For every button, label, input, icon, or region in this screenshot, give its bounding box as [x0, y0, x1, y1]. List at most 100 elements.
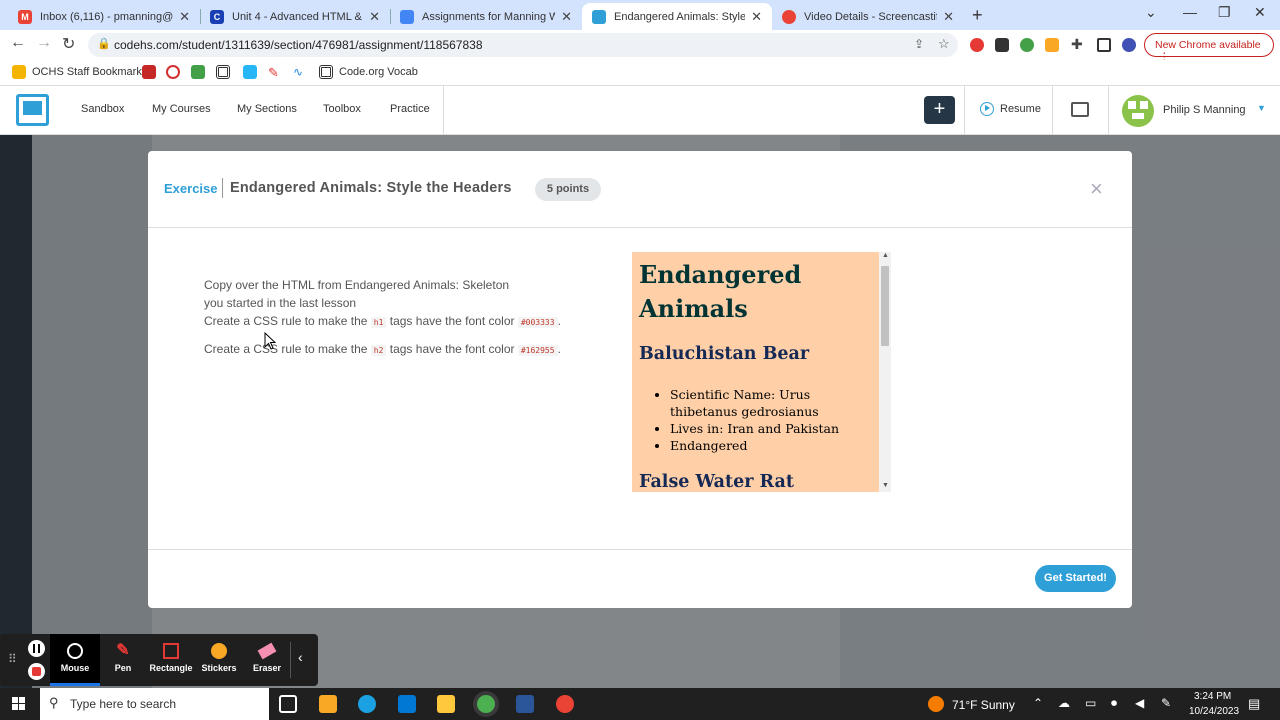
- codehs-logo-icon[interactable]: [16, 94, 49, 126]
- weather-text[interactable]: 71°F Sunny: [952, 698, 1015, 712]
- user-name[interactable]: Philip S Manning: [1163, 104, 1246, 116]
- nav-practice[interactable]: Practice: [390, 103, 430, 115]
- codehs-header: Sandbox My Courses My Sections Toolbox P…: [0, 86, 1280, 135]
- nav-sandbox[interactable]: Sandbox: [81, 103, 124, 115]
- close-icon[interactable]: ×: [1090, 176, 1103, 202]
- restore-button[interactable]: ❐: [1218, 4, 1231, 21]
- preview-scrollbar[interactable]: ▲ ▼: [879, 252, 891, 492]
- window-icon[interactable]: [1071, 102, 1089, 117]
- bookmark-7[interactable]: ∿: [293, 65, 313, 79]
- extension-record-icon[interactable]: [970, 38, 984, 52]
- reload-icon[interactable]: ↻: [62, 34, 75, 54]
- pen-icon: ✎: [116, 642, 130, 659]
- bookmark-6[interactable]: ✎: [268, 65, 288, 80]
- network-icon[interactable]: ▭: [1085, 696, 1096, 710]
- eraser-tool[interactable]: Eraser: [242, 634, 292, 686]
- folder-icon: [12, 65, 26, 79]
- chrome-icon[interactable]: [556, 695, 574, 713]
- resume-button[interactable]: Resume: [980, 102, 1041, 116]
- notifications-icon[interactable]: ▤: [1248, 696, 1260, 712]
- get-started-button[interactable]: Get Started!: [1035, 565, 1116, 592]
- bookmark-4[interactable]: [216, 65, 236, 79]
- edge-icon[interactable]: [358, 695, 376, 713]
- pen-icon[interactable]: ✎: [1161, 696, 1171, 710]
- windows-start-icon[interactable]: [12, 697, 26, 711]
- nav-my-courses[interactable]: My Courses: [152, 103, 211, 115]
- extension-icon[interactable]: [995, 38, 1009, 52]
- microphone-icon[interactable]: ⏺: [1111, 696, 1117, 711]
- tab-search-icon[interactable]: ⌄: [1145, 4, 1157, 21]
- minimize-button[interactable]: —: [1183, 4, 1197, 20]
- back-icon[interactable]: ←: [10, 34, 26, 52]
- close-icon[interactable]: ✕: [369, 9, 380, 25]
- task-view-icon[interactable]: [279, 695, 297, 713]
- close-window-button[interactable]: ✕: [1254, 4, 1266, 21]
- pen-tool[interactable]: ✎ Pen: [98, 634, 148, 686]
- pause-icon[interactable]: [28, 640, 45, 657]
- word-icon[interactable]: [516, 695, 534, 713]
- stop-icon[interactable]: [28, 663, 45, 680]
- scroll-thumb[interactable]: [881, 266, 889, 346]
- bookmark-5[interactable]: [243, 65, 263, 79]
- extension-icon[interactable]: [1020, 38, 1034, 52]
- collapse-icon[interactable]: ‹: [298, 649, 303, 665]
- bookmark-star-icon[interactable]: ☆: [938, 36, 950, 52]
- bookmark-1[interactable]: [142, 65, 162, 79]
- tab-title: Video Details - Screencastify: [804, 10, 938, 23]
- tab-assignments[interactable]: Assignments for Manning Web ✕: [390, 3, 582, 30]
- chevron-down-icon[interactable]: ▼: [1257, 103, 1266, 113]
- tab-unit4[interactable]: C Unit 4 - Advanced HTML & CSS ✕: [200, 3, 390, 30]
- volume-icon[interactable]: ◀: [1135, 696, 1144, 710]
- extension-icon[interactable]: [1045, 38, 1059, 52]
- codehs-icon: [592, 9, 606, 24]
- instruction-line: you started in the last lesson: [204, 296, 357, 310]
- tab-title: Inbox (6,116) - pmanning@oco: [40, 10, 174, 23]
- list-item: Lives in: Iran and Pakistan: [670, 420, 875, 437]
- nav-toolbox[interactable]: Toolbox: [323, 103, 361, 115]
- mouse-tool[interactable]: Mouse: [50, 634, 100, 686]
- close-icon[interactable]: ✕: [561, 9, 572, 25]
- share-icon[interactable]: ⇪: [914, 37, 924, 51]
- bookmark-code-org[interactable]: Code.org Vocab: [319, 65, 418, 79]
- clock-date[interactable]: 10/24/2023: [1189, 706, 1239, 717]
- scroll-down-icon[interactable]: ▼: [882, 482, 889, 489]
- close-icon[interactable]: ✕: [751, 9, 762, 25]
- drag-handle-icon[interactable]: ⠿: [8, 652, 17, 666]
- bookmark-3[interactable]: [191, 65, 211, 79]
- address-bar[interactable]: 🔒 codehs.com/student/1311639/section/476…: [88, 33, 958, 57]
- new-chrome-label: New Chrome available: [1155, 39, 1261, 51]
- nav-my-sections[interactable]: My Sections: [237, 103, 297, 115]
- new-chrome-available-button[interactable]: New Chrome available ⋮: [1144, 33, 1274, 63]
- weather-icon[interactable]: [928, 696, 944, 712]
- close-icon[interactable]: ✕: [179, 9, 190, 25]
- avatar[interactable]: [1122, 95, 1154, 127]
- chrome-icon[interactable]: [477, 695, 495, 713]
- profile-icon[interactable]: [1122, 38, 1136, 52]
- instructions: Copy over the HTML from Endangered Anima…: [204, 276, 584, 360]
- mail-icon[interactable]: [398, 695, 416, 713]
- side-panel-icon[interactable]: [1097, 38, 1111, 52]
- rectangle-tool[interactable]: Rectangle: [146, 634, 196, 686]
- puzzle-icon[interactable]: ✚: [1071, 36, 1085, 52]
- taskbar-search[interactable]: ⚲ Type here to search: [40, 688, 269, 720]
- onedrive-icon[interactable]: ☁: [1058, 696, 1070, 710]
- new-tab-button[interactable]: +: [972, 5, 983, 26]
- tab-endangered-animals[interactable]: Endangered Animals: Style the ✕: [582, 3, 772, 30]
- stickers-tool[interactable]: Stickers: [194, 634, 244, 686]
- close-icon[interactable]: ✕: [943, 9, 954, 25]
- chevron-up-icon[interactable]: ⌃: [1033, 696, 1043, 710]
- tab-gmail[interactable]: M Inbox (6,116) - pmanning@oco ✕: [8, 3, 200, 30]
- forward-icon[interactable]: →: [36, 34, 52, 52]
- create-button[interactable]: +: [924, 96, 955, 124]
- pulse-icon: ∿: [293, 65, 304, 79]
- tab-screencastify[interactable]: Video Details - Screencastify ✕: [772, 3, 964, 30]
- search-icon: ⚲: [49, 695, 59, 710]
- gmail-icon: M: [18, 9, 32, 24]
- bookmark-2[interactable]: [166, 65, 186, 79]
- store-icon[interactable]: [319, 695, 337, 713]
- example-preview[interactable]: Endangered Animals Baluchistan Bear Scie…: [632, 252, 879, 492]
- bookmark-ochs-staff[interactable]: OCHS Staff Bookmarks: [12, 65, 147, 79]
- clock-time[interactable]: 3:24 PM: [1194, 691, 1231, 702]
- file-explorer-icon[interactable]: [437, 695, 455, 713]
- scroll-up-icon[interactable]: ▲: [882, 252, 889, 259]
